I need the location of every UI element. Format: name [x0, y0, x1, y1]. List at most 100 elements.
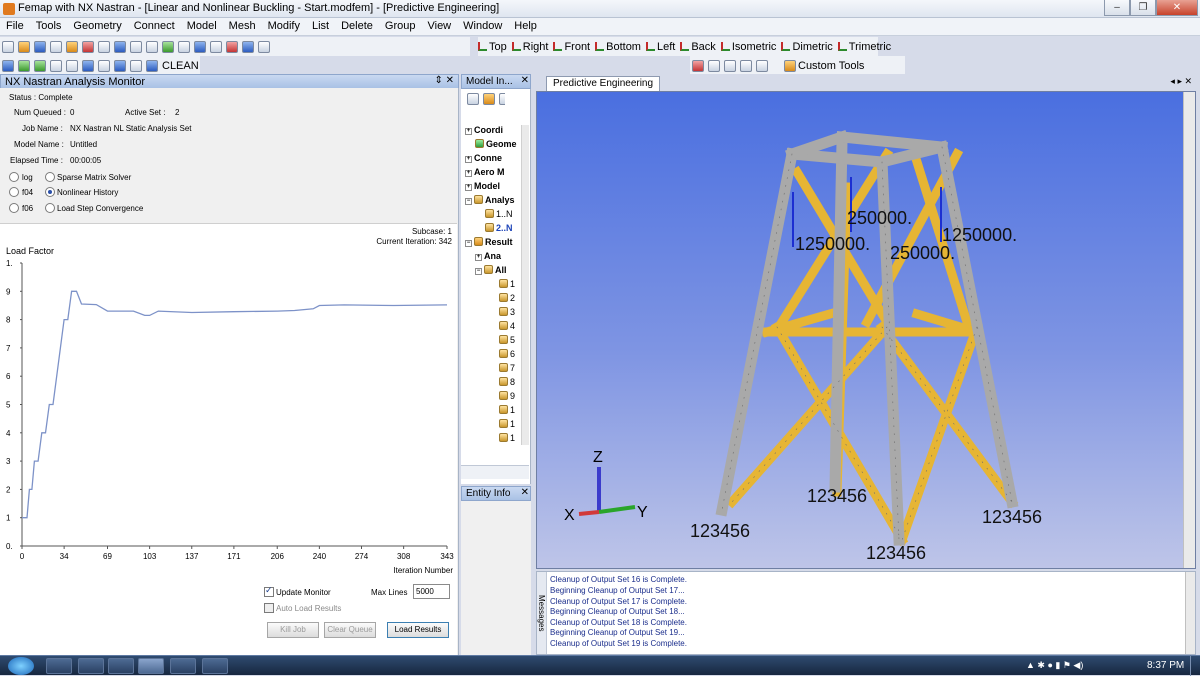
check-icon[interactable] — [34, 59, 46, 72]
viewport-scrollbar[interactable] — [1183, 92, 1195, 568]
tree-output-set[interactable]: 1 — [499, 419, 515, 429]
tree-analysis-2[interactable]: 2..N — [485, 223, 521, 233]
clean-button[interactable]: CLEAN — [162, 60, 199, 72]
tree-aero-model[interactable]: + Aero M — [465, 167, 521, 177]
clean-icon[interactable] — [146, 59, 158, 72]
render-icon[interactable] — [210, 40, 222, 53]
view-dimetric-button[interactable]: Dimetric — [781, 41, 833, 53]
tree-all-output-sets[interactable]: − All — [475, 265, 521, 275]
radio-nonlinear-history[interactable] — [45, 187, 55, 197]
undo-icon[interactable] — [82, 40, 94, 53]
model-info-close-icon[interactable]: ✕ — [521, 75, 529, 86]
chrome-taskbar-icon[interactable] — [46, 658, 72, 674]
selector-icon[interactable] — [708, 59, 720, 72]
menu-file[interactable]: File — [0, 18, 30, 35]
entity-info-close-icon[interactable]: ✕ — [521, 487, 529, 498]
grid-icon[interactable] — [178, 40, 190, 53]
radio-sparse-matrix[interactable] — [45, 172, 55, 182]
femap-taskbar-icon[interactable] — [138, 658, 164, 674]
save-icon[interactable] — [34, 40, 46, 53]
transform-icon[interactable] — [66, 59, 78, 72]
tree-analysis-1[interactable]: 1..N — [485, 209, 521, 219]
tree-output-set[interactable]: 2 — [499, 293, 515, 303]
view-bottom-button[interactable]: Bottom — [595, 41, 641, 53]
menu-help[interactable]: Help — [508, 18, 543, 35]
entity-color-icon[interactable] — [692, 59, 704, 72]
tree-output-set[interactable]: 8 — [499, 377, 515, 387]
tree-output-set[interactable]: 9 — [499, 391, 515, 401]
load-results-button[interactable]: Load Results — [387, 622, 449, 638]
tree-scrollbar[interactable] — [521, 125, 529, 445]
new-file-icon[interactable] — [2, 40, 14, 53]
menu-model[interactable]: Model — [181, 18, 223, 35]
menu-group[interactable]: Group — [379, 18, 422, 35]
tree-results-analysis[interactable]: + Ana — [475, 251, 521, 261]
graphics-viewport[interactable]: 1250000. 250000. 1250000. 250000. 123456… — [536, 91, 1196, 569]
workplane-icon[interactable] — [724, 59, 736, 72]
tree-output-set[interactable]: 7 — [499, 363, 515, 373]
select-icon[interactable] — [130, 40, 142, 53]
viewport-tab[interactable]: Predictive Engineering — [546, 76, 661, 91]
tree-results[interactable]: − Result — [465, 237, 521, 247]
tree-output-set[interactable]: 1 — [499, 405, 515, 415]
start-button-icon[interactable] — [8, 657, 34, 675]
menu-view[interactable]: View — [421, 18, 457, 35]
viewport-nav-icon[interactable]: ◂ ▸ ✕ — [1170, 76, 1192, 87]
clear-queue-button[interactable]: Clear Queue — [324, 622, 376, 638]
pin-close-icon[interactable]: ⇕ ✕ — [434, 75, 454, 86]
view-right-button[interactable]: Right — [511, 41, 548, 53]
snap-icon[interactable] — [740, 59, 752, 72]
radio-f04[interactable] — [9, 187, 19, 197]
view-style-icon[interactable] — [194, 40, 206, 53]
model-info-tabs[interactable] — [461, 465, 529, 479]
shaded-icon[interactable] — [226, 40, 238, 53]
max-lines-input[interactable] — [413, 584, 450, 599]
menu-list[interactable]: List — [306, 18, 335, 35]
close-button[interactable]: ✕ — [1156, 0, 1198, 16]
kill-job-button[interactable]: Kill Job — [267, 622, 319, 638]
analysis-icon[interactable] — [82, 59, 94, 72]
model-tool-icon[interactable] — [2, 59, 14, 72]
tree-model[interactable]: + Model — [465, 181, 521, 191]
view-trimetric-button[interactable]: Trimetric — [837, 41, 891, 53]
custom-tools-icon[interactable] — [784, 59, 796, 72]
panel-icon[interactable] — [756, 59, 768, 72]
tree-connections[interactable]: + Conne — [465, 153, 521, 163]
redo-icon[interactable] — [98, 40, 110, 53]
minimize-button[interactable]: – — [1104, 0, 1130, 16]
post-icon[interactable] — [114, 59, 126, 72]
auto-load-checkbox[interactable] — [264, 603, 274, 613]
options-icon[interactable] — [258, 40, 270, 53]
open-file-icon[interactable] — [18, 40, 30, 53]
radio-log[interactable] — [9, 172, 19, 182]
tree-output-set[interactable]: 3 — [499, 307, 515, 317]
show-desktop-button[interactable] — [1190, 656, 1200, 676]
radio-f06[interactable] — [9, 203, 19, 213]
view-isometric-button[interactable]: Isometric — [720, 41, 776, 53]
tree-geometry[interactable]: Geome — [475, 139, 521, 149]
tree-coordinate-systems[interactable]: + Coordi — [465, 125, 521, 135]
tree-output-set[interactable]: 6 — [499, 349, 515, 359]
menu-tools[interactable]: Tools — [30, 18, 68, 35]
menu-connect[interactable]: Connect — [128, 18, 181, 35]
view-back-button[interactable]: Back — [680, 41, 716, 53]
tree-output-set[interactable]: 1 — [499, 433, 515, 443]
update-monitor-checkbox[interactable] — [264, 585, 274, 597]
model-info-toolbar-icon[interactable] — [465, 93, 505, 119]
menu-geometry[interactable]: Geometry — [67, 18, 127, 35]
cut-icon[interactable] — [50, 40, 62, 53]
maximize-button[interactable]: ❐ — [1130, 0, 1156, 16]
tree-analyses[interactable]: − Analys — [465, 195, 521, 205]
view-top-button[interactable]: Top — [478, 41, 507, 53]
view-left-button[interactable]: Left — [645, 41, 675, 53]
text-tool-icon[interactable] — [130, 59, 142, 72]
tray-icons[interactable]: ▲ ✱ ● ▮ ⚑ ◀) — [1026, 660, 1083, 671]
wireframe-icon[interactable] — [242, 40, 254, 53]
spotify-taskbar-icon[interactable] — [170, 658, 196, 674]
mesh-tool-icon[interactable] — [18, 59, 30, 72]
pick-icon[interactable] — [146, 40, 158, 53]
menu-window[interactable]: Window — [457, 18, 508, 35]
menu-mesh[interactable]: Mesh — [223, 18, 262, 35]
radio-load-step[interactable] — [45, 203, 55, 213]
arrow-tool-icon[interactable] — [50, 59, 62, 72]
